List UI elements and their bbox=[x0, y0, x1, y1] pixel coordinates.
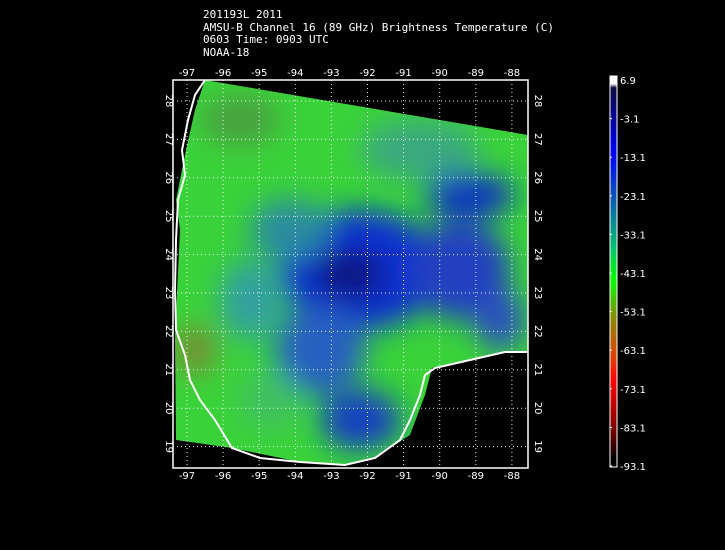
lon-tick-label-bottom: -89 bbox=[468, 471, 484, 482]
lat-tick-label-right: 23 bbox=[532, 287, 543, 300]
lon-tick-label-bottom: -88 bbox=[504, 471, 520, 482]
lon-tick-label-bottom: -95 bbox=[251, 471, 267, 482]
colorbar-label: 6.9 bbox=[620, 76, 636, 87]
lon-tick-label-bottom: -96 bbox=[215, 471, 231, 482]
lat-tick-label-right: 26 bbox=[532, 171, 543, 184]
lat-tick-label-left: 19 bbox=[163, 440, 174, 453]
lon-tick-label-top: -89 bbox=[468, 68, 484, 79]
lon-tick-label-bottom: -94 bbox=[287, 471, 303, 482]
lon-tick-label-top: -88 bbox=[504, 68, 520, 79]
lon-tick-label-top: -93 bbox=[323, 68, 339, 79]
map-plot: -97 -97 -96 -96 -95 -95 -94 -94 -93 -93 -92 -92 -91 -… bbox=[163, 68, 646, 482]
colorbar-label: -53.1 bbox=[620, 308, 646, 319]
colorbar-label: -83.1 bbox=[620, 423, 646, 434]
lat-tick-label-right: 19 bbox=[532, 440, 543, 453]
colorbar-label: -23.1 bbox=[620, 192, 646, 203]
lat-tick-label-right: 27 bbox=[532, 133, 543, 146]
lon-tick-label-top: -96 bbox=[215, 68, 231, 79]
lat-tick-label-left: 23 bbox=[163, 287, 174, 300]
lat-tick-label-right: 21 bbox=[532, 363, 543, 376]
lon-tick-label-bottom: -93 bbox=[323, 471, 339, 482]
lat-tick-label-right: 25 bbox=[532, 210, 543, 223]
lon-tick-label-bottom: -97 bbox=[179, 471, 195, 482]
lat-tick-label-right: 24 bbox=[532, 248, 543, 261]
lon-tick-label-top: -92 bbox=[359, 68, 375, 79]
lat-tick-label-left: 24 bbox=[163, 248, 174, 261]
lon-tick-label-top: -90 bbox=[432, 68, 448, 79]
colorbar bbox=[609, 75, 618, 468]
lon-tick-label-top: -91 bbox=[395, 68, 411, 79]
lat-tick-label-right: 20 bbox=[532, 402, 543, 415]
lat-tick-label-right: 28 bbox=[532, 95, 543, 108]
lon-tick-label-top: -94 bbox=[287, 68, 303, 79]
colorbar-label: -13.1 bbox=[620, 153, 646, 164]
colorbar-label: -93.1 bbox=[620, 462, 646, 473]
lon-tick-label-bottom: -92 bbox=[359, 471, 375, 482]
lat-tick-label-left: 26 bbox=[163, 171, 174, 184]
lon-tick-label-top: -97 bbox=[179, 68, 195, 79]
colorbar-label: -63.1 bbox=[620, 346, 646, 357]
lon-tick-label-top: -95 bbox=[251, 68, 267, 79]
colorbar-label: -73.1 bbox=[620, 385, 646, 396]
colorbar-label: -3.1 bbox=[620, 115, 640, 126]
lat-tick-label-left: 22 bbox=[163, 325, 174, 338]
lon-tick-label-bottom: -90 bbox=[432, 471, 448, 482]
lon-tick-label-bottom: -91 bbox=[395, 471, 411, 482]
lat-tick-label-right: 22 bbox=[532, 325, 543, 338]
colorbar-label: -33.1 bbox=[620, 230, 646, 241]
colorbar-label: -43.1 bbox=[620, 269, 646, 280]
lat-tick-label-left: 27 bbox=[163, 133, 174, 146]
lat-tick-label-left: 28 bbox=[163, 95, 174, 108]
satellite-swath bbox=[173, 80, 528, 468]
lat-tick-label-left: 25 bbox=[163, 210, 174, 223]
lat-tick-label-left: 21 bbox=[163, 363, 174, 376]
lat-tick-label-left: 20 bbox=[163, 402, 174, 415]
